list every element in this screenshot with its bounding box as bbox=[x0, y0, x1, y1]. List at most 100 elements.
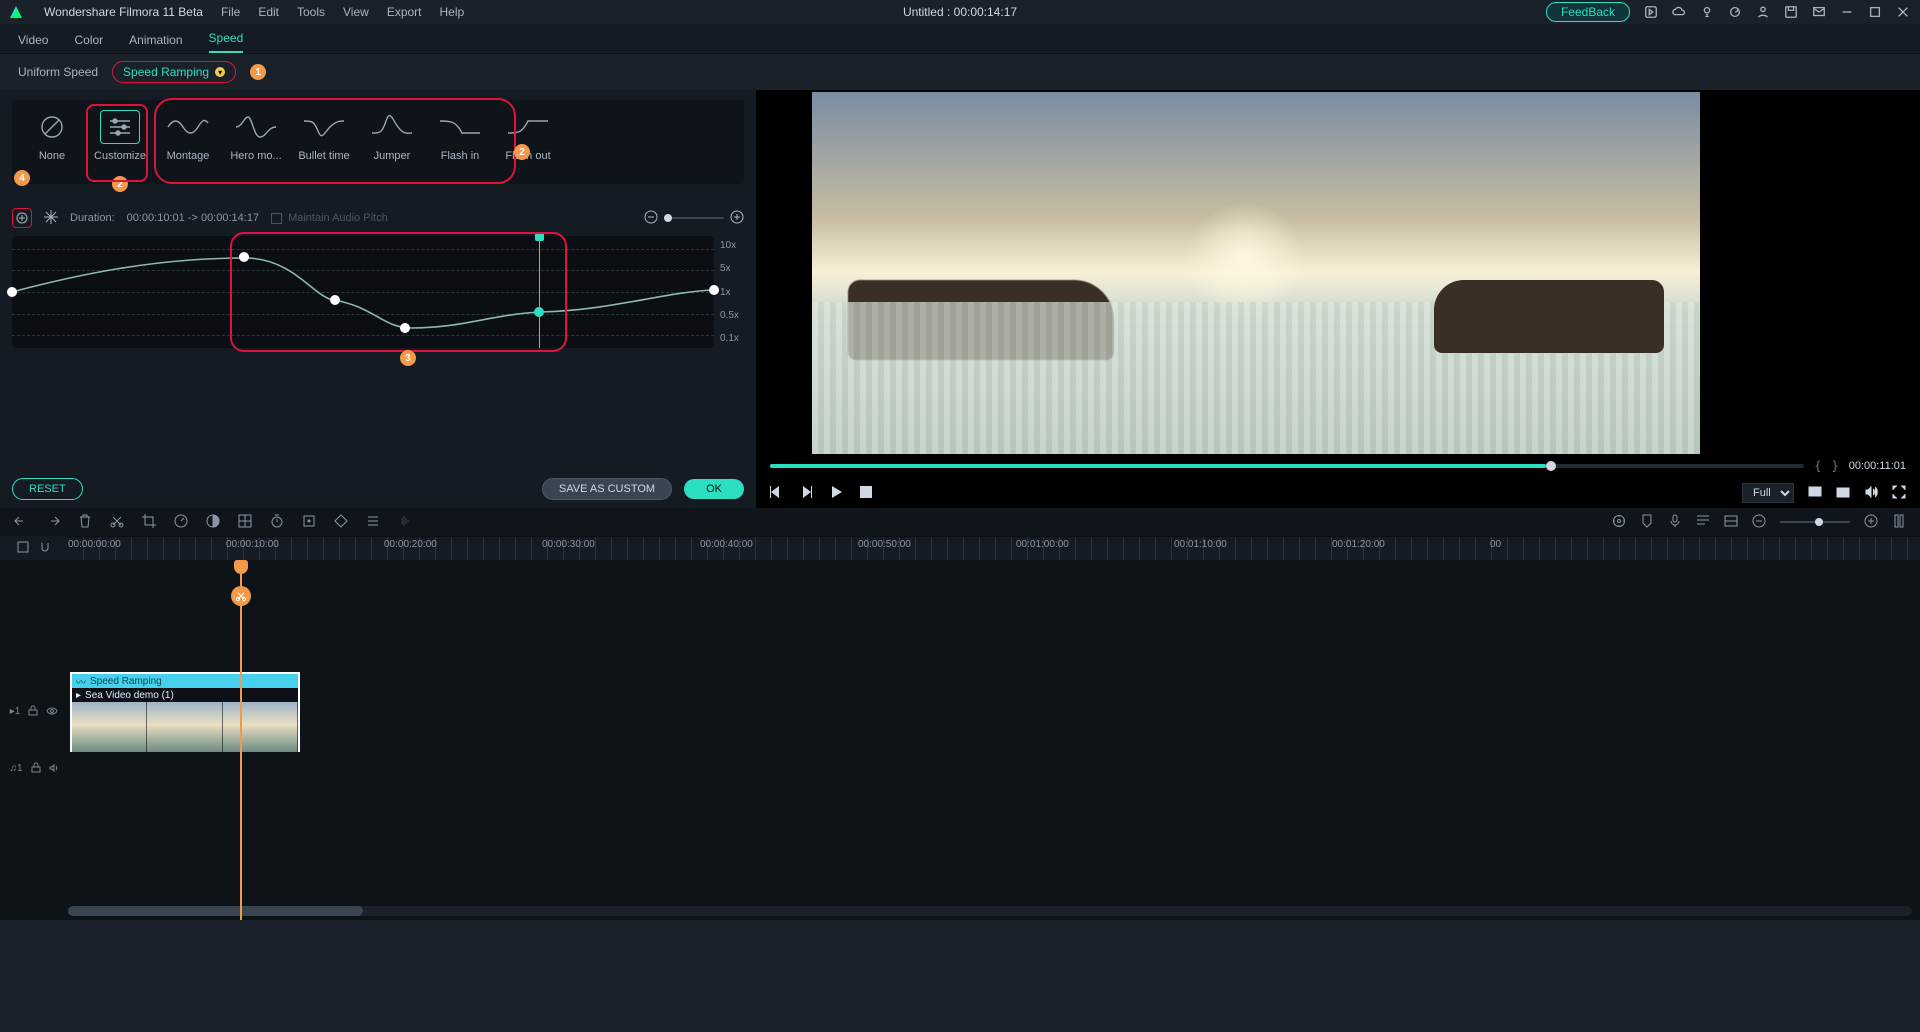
timeline-zoom-slider[interactable] bbox=[1780, 521, 1850, 523]
preset-none[interactable]: None bbox=[22, 110, 82, 174]
color-icon[interactable] bbox=[206, 514, 220, 531]
undo-icon[interactable] bbox=[14, 514, 28, 531]
graph-playhead[interactable] bbox=[539, 236, 540, 348]
menu-export[interactable]: Export bbox=[387, 5, 422, 19]
zoom-out-graph-icon[interactable] bbox=[644, 210, 658, 227]
crop-icon[interactable] bbox=[142, 514, 156, 531]
subtab-speed-ramping[interactable]: Speed Ramping ▾ bbox=[112, 61, 236, 83]
preview-quality-select[interactable]: Full bbox=[1742, 483, 1794, 503]
snap-icon[interactable] bbox=[39, 541, 51, 556]
zoom-out-timeline-icon[interactable] bbox=[1752, 514, 1766, 531]
keyframe-icon[interactable] bbox=[334, 514, 348, 531]
marker-shield-icon[interactable] bbox=[1640, 514, 1654, 531]
track-lock-icon[interactable] bbox=[31, 763, 41, 776]
preset-bullet[interactable]: Bullet time bbox=[294, 110, 354, 174]
ramp-keyframe[interactable] bbox=[7, 287, 17, 297]
menu-tools[interactable]: Tools bbox=[297, 5, 325, 19]
ok-button[interactable]: OK bbox=[684, 479, 744, 499]
track-lock-icon[interactable] bbox=[28, 706, 38, 719]
ruler-label: 00:01:00:00 bbox=[1016, 539, 1069, 550]
graph-zoom-slider[interactable] bbox=[664, 217, 724, 219]
next-frame-button[interactable] bbox=[800, 486, 812, 501]
zoom-in-graph-icon[interactable] bbox=[730, 210, 744, 227]
preset-flashin-label: Flash in bbox=[432, 150, 488, 162]
maximize-icon[interactable] bbox=[1868, 5, 1882, 19]
mark-out-icon[interactable]: } bbox=[1831, 459, 1838, 473]
preset-montage[interactable]: Montage bbox=[158, 110, 218, 174]
mail-icon[interactable] bbox=[1812, 5, 1826, 19]
track-mute-icon[interactable] bbox=[49, 763, 59, 776]
mark-in-icon[interactable]: { bbox=[1814, 459, 1821, 473]
preset-flashin[interactable]: Flash in bbox=[430, 110, 490, 174]
lightbulb-icon[interactable] bbox=[1700, 5, 1714, 19]
ramp-keyframe[interactable] bbox=[709, 285, 719, 295]
adjust-icon[interactable] bbox=[366, 514, 380, 531]
preview-viewport[interactable] bbox=[812, 92, 1700, 454]
feedback-button[interactable]: FeedBack bbox=[1546, 2, 1630, 22]
track-visibility-icon[interactable] bbox=[46, 706, 58, 719]
split-icon[interactable] bbox=[110, 514, 124, 531]
menu-help[interactable]: Help bbox=[440, 5, 465, 19]
reset-button[interactable]: RESET bbox=[12, 478, 83, 500]
timeline-playhead[interactable] bbox=[240, 560, 242, 920]
zoom-fit-icon[interactable] bbox=[1892, 514, 1906, 531]
ylabel: 5x bbox=[720, 263, 744, 274]
ylabel: 10x bbox=[720, 240, 744, 251]
redo-icon[interactable] bbox=[46, 514, 60, 531]
preset-flashout[interactable]: Flash out bbox=[498, 110, 558, 174]
tab-color[interactable]: Color bbox=[74, 27, 103, 53]
snapshot-icon[interactable] bbox=[1836, 485, 1850, 502]
tab-video[interactable]: Video bbox=[18, 27, 48, 53]
ramp-keyframe[interactable] bbox=[239, 252, 249, 262]
close-icon[interactable] bbox=[1896, 5, 1910, 19]
preset-hero[interactable]: Hero mo... bbox=[226, 110, 286, 174]
menu-edit[interactable]: Edit bbox=[258, 5, 279, 19]
preset-customize-label: Customize bbox=[92, 150, 148, 162]
maintain-pitch-checkbox[interactable] bbox=[271, 213, 282, 224]
preview-scrubber[interactable] bbox=[770, 464, 1804, 468]
timeline-scrollbar[interactable] bbox=[68, 906, 1912, 916]
tracklist-icon[interactable] bbox=[1696, 514, 1710, 531]
tab-speed[interactable]: Speed bbox=[209, 25, 244, 53]
timeline-ruler[interactable]: 00:00:00:00 00:00:10:00 00:00:20:00 00:0… bbox=[68, 536, 1920, 560]
play-button[interactable] bbox=[830, 486, 842, 501]
support-icon[interactable] bbox=[1728, 5, 1742, 19]
freeze-frame-icon[interactable] bbox=[44, 210, 58, 227]
greenscreen-icon[interactable] bbox=[238, 514, 252, 531]
timeline-tracks: ▸1 〰Speed Ramping ▸Sea Video demo (1) ♫1 bbox=[0, 560, 1920, 920]
volume-icon[interactable] bbox=[1864, 485, 1878, 502]
cloud-icon[interactable] bbox=[1672, 5, 1686, 19]
layout-icon[interactable] bbox=[1724, 514, 1738, 531]
audio-wave-icon[interactable] bbox=[398, 514, 412, 531]
speed-icon[interactable] bbox=[174, 514, 188, 531]
save-icon[interactable] bbox=[1784, 5, 1798, 19]
minimize-icon[interactable] bbox=[1840, 5, 1854, 19]
mixer-icon[interactable] bbox=[1612, 514, 1626, 531]
speed-ramp-graph[interactable] bbox=[12, 236, 714, 348]
tab-animation[interactable]: Animation bbox=[129, 27, 182, 53]
detect-icon[interactable] bbox=[302, 514, 316, 531]
fullscreen-icon[interactable] bbox=[1892, 485, 1906, 502]
playhead-split-icon[interactable] bbox=[231, 586, 251, 606]
prev-frame-button[interactable] bbox=[770, 486, 782, 501]
ramp-keyframe-active[interactable] bbox=[534, 307, 544, 317]
duration-icon[interactable] bbox=[270, 514, 284, 531]
stop-button[interactable] bbox=[860, 486, 872, 501]
zoom-in-timeline-icon[interactable] bbox=[1864, 514, 1878, 531]
track-manage-icon[interactable] bbox=[17, 541, 29, 556]
display-mode-icon[interactable] bbox=[1808, 485, 1822, 502]
menu-view[interactable]: View bbox=[343, 5, 369, 19]
preset-jumper[interactable]: Jumper bbox=[362, 110, 422, 174]
account-icon[interactable] bbox=[1756, 5, 1770, 19]
ramp-keyframe[interactable] bbox=[400, 323, 410, 333]
delete-icon[interactable] bbox=[78, 514, 92, 531]
menu-file[interactable]: File bbox=[221, 5, 240, 19]
subtab-uniform-speed[interactable]: Uniform Speed bbox=[18, 65, 98, 79]
preset-customize[interactable]: Customize 2 bbox=[90, 110, 150, 174]
video-clip[interactable]: 〰Speed Ramping ▸Sea Video demo (1) bbox=[70, 672, 300, 752]
voiceover-icon[interactable] bbox=[1668, 514, 1682, 531]
save-as-custom-button[interactable]: SAVE AS CUSTOM bbox=[542, 478, 672, 500]
ramp-keyframe[interactable] bbox=[330, 295, 340, 305]
history-icon[interactable] bbox=[1644, 5, 1658, 19]
add-keyframe-button[interactable] bbox=[12, 208, 32, 228]
